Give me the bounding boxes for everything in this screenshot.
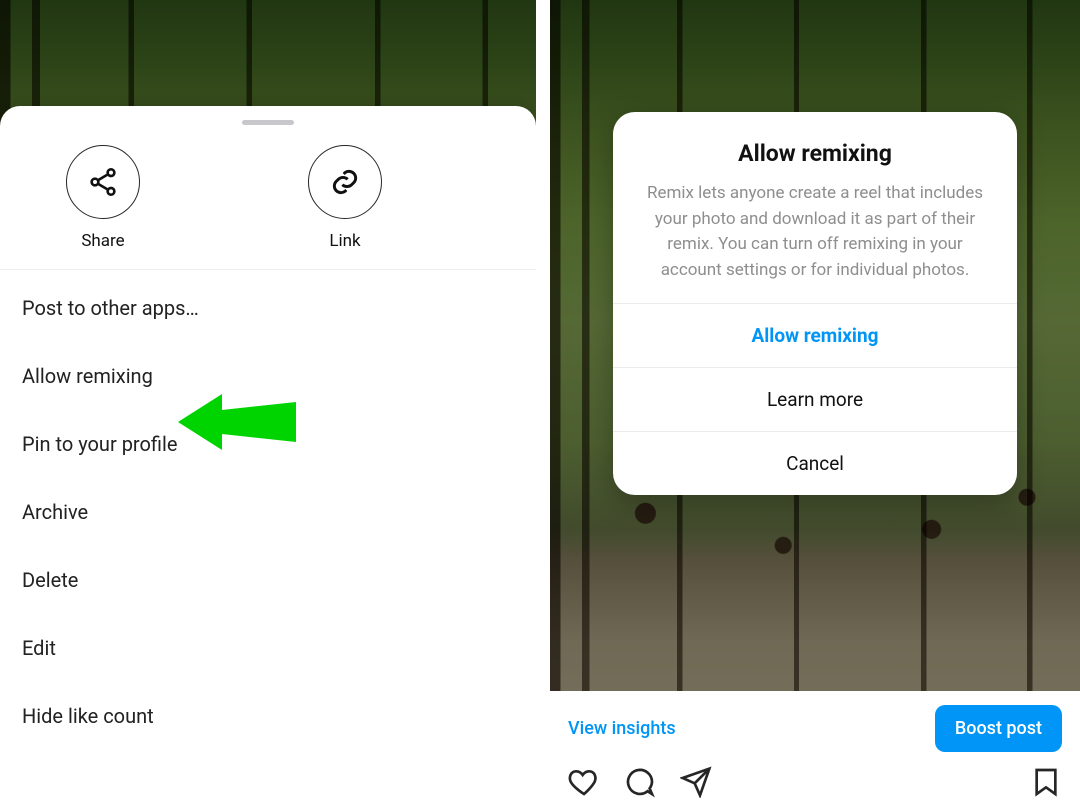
share-plane-icon[interactable]	[680, 766, 712, 798]
screenshot-divider	[536, 0, 550, 802]
action-sheet: Share Link Post to other apps… Allow rem…	[0, 106, 536, 802]
allow-remixing-dialog: Allow remixing Remix lets anyone create …	[613, 112, 1017, 495]
menu-hide-like-count[interactable]: Hide like count	[0, 682, 536, 750]
boost-post-button[interactable]: Boost post	[935, 705, 1062, 752]
menu-pin-profile[interactable]: Pin to your profile	[0, 410, 536, 478]
view-insights-link[interactable]: View insights	[568, 718, 676, 739]
allow-remixing-button[interactable]: Allow remixing	[613, 303, 1017, 367]
link-label: Link	[329, 231, 360, 251]
sheet-grabber[interactable]	[242, 120, 294, 125]
share-icon	[66, 145, 140, 219]
left-screenshot: Share Link Post to other apps… Allow rem…	[0, 0, 536, 802]
comment-icon[interactable]	[624, 766, 656, 798]
learn-more-button[interactable]: Learn more	[613, 367, 1017, 431]
menu-delete[interactable]: Delete	[0, 546, 536, 614]
menu-edit[interactable]: Edit	[0, 614, 536, 682]
menu-post-other-apps[interactable]: Post to other apps…	[0, 274, 536, 342]
menu-allow-remixing[interactable]: Allow remixing	[0, 342, 536, 410]
sheet-menu: Post to other apps… Allow remixing Pin t…	[0, 270, 536, 750]
link-button[interactable]: Link	[308, 145, 382, 251]
cancel-button[interactable]: Cancel	[613, 431, 1017, 495]
dialog-actions: Allow remixing Learn more Cancel	[613, 303, 1017, 495]
save-icon[interactable]	[1030, 766, 1062, 798]
share-button[interactable]: Share	[66, 145, 140, 251]
menu-archive[interactable]: Archive	[0, 478, 536, 546]
right-screenshot: Allow remixing Remix lets anyone create …	[550, 0, 1080, 802]
dialog-title: Allow remixing	[641, 140, 989, 167]
share-label: Share	[81, 231, 124, 251]
link-icon	[308, 145, 382, 219]
dialog-body: Remix lets anyone create a reel that inc…	[641, 181, 989, 283]
like-icon[interactable]	[568, 766, 600, 798]
sheet-icon-row: Share Link	[0, 133, 536, 270]
post-footer: View insights Boost post	[550, 691, 1080, 802]
